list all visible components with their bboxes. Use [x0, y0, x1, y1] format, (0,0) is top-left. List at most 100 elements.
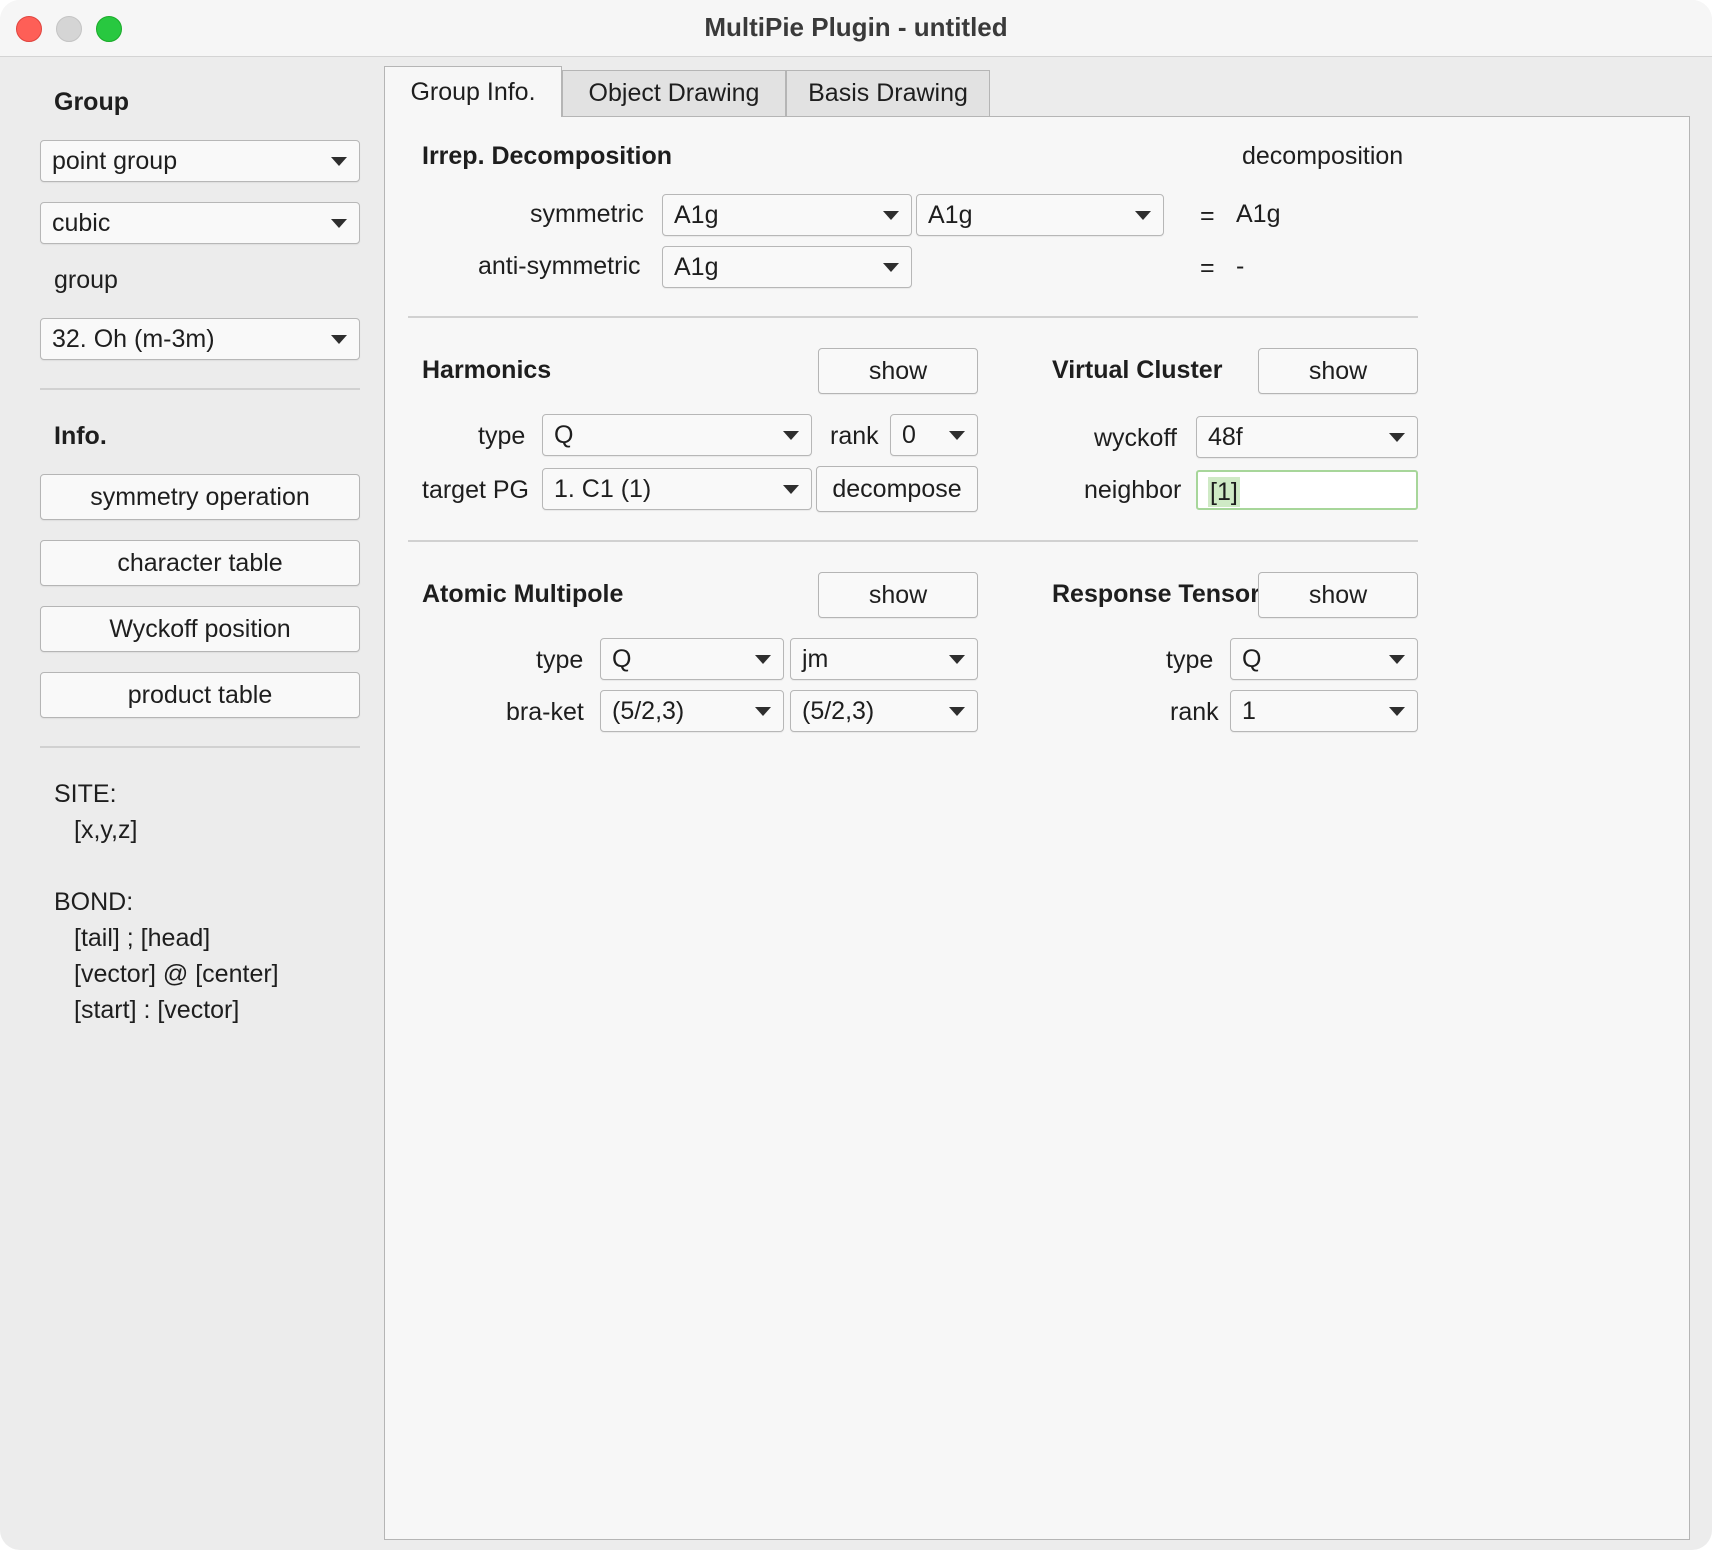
chevron-down-icon — [949, 431, 965, 440]
target-pg-label: target PG — [422, 476, 529, 504]
symmetric-irrep-a-value: A1g — [674, 200, 719, 229]
group-type-value: point group — [52, 146, 178, 175]
chevron-down-icon — [755, 707, 771, 716]
symmetric-irrep-a-select[interactable]: A1g — [662, 194, 912, 236]
harmonics-type-value: Q — [554, 420, 574, 449]
chevron-down-icon — [331, 157, 347, 166]
decomposition-heading: decomposition — [1242, 142, 1404, 170]
chevron-down-icon — [783, 431, 799, 440]
harmonics-type-select[interactable]: Q — [542, 414, 812, 456]
group-heading: Group — [54, 88, 129, 116]
tensor-rank-label: rank — [1170, 698, 1219, 726]
site-format: [x,y,z] — [74, 816, 138, 844]
harmonics-type-label: type — [478, 422, 526, 450]
chevron-down-icon — [949, 707, 965, 716]
virtual-cluster-heading: Virtual Cluster — [1052, 356, 1223, 384]
chevron-down-icon — [331, 335, 347, 344]
chevron-down-icon — [783, 485, 799, 494]
atomic-multipole-show-button[interactable]: show — [818, 572, 978, 618]
character-table-button[interactable]: character table — [40, 540, 360, 586]
bond-label: BOND: — [54, 888, 134, 916]
antisymmetric-label: anti-symmetric — [478, 252, 641, 280]
group-value: 32. Oh (m-3m) — [52, 324, 215, 353]
multipole-basis-value: jm — [802, 644, 829, 673]
wyckoff-position-button[interactable]: Wyckoff position — [40, 606, 360, 652]
tensor-type-value: Q — [1242, 644, 1262, 673]
bond-format: [tail] ; [head] — [74, 924, 211, 952]
virtual-cluster-show-button[interactable]: show — [1258, 348, 1418, 394]
antisymmetric-irrep-value: A1g — [674, 252, 719, 281]
response-tensor-heading: Response Tensor — [1052, 580, 1260, 608]
tensor-rank-value: 1 — [1242, 696, 1256, 725]
response-tensor-show-button[interactable]: show — [1258, 572, 1418, 618]
multipole-basis-select[interactable]: jm — [790, 638, 978, 680]
bra-value: (5/2,3) — [612, 696, 685, 725]
tab-basis-drawing[interactable]: Basis Drawing — [786, 70, 990, 116]
format-help-text: SITE: [x,y,z] BOND: [tail] ; [head] [vec… — [54, 776, 279, 1028]
symmetric-label: symmetric — [530, 200, 644, 228]
symmetric-irrep-b-select[interactable]: A1g — [916, 194, 1164, 236]
harmonics-show-button[interactable]: show — [818, 348, 978, 394]
window-title: MultiPie Plugin - untitled — [704, 12, 1008, 42]
chevron-down-icon — [1389, 707, 1405, 716]
chevron-down-icon — [1389, 433, 1405, 442]
group-info-panel — [384, 116, 1690, 1540]
chevron-down-icon — [755, 655, 771, 664]
neighbor-value: [1] — [1208, 477, 1240, 507]
antisymmetric-irrep-select[interactable]: A1g — [662, 246, 912, 288]
group-type-select[interactable]: point group — [40, 140, 360, 182]
decompose-button[interactable]: decompose — [816, 466, 978, 512]
tensor-type-select[interactable]: Q — [1230, 638, 1418, 680]
multipole-type-select[interactable]: Q — [600, 638, 784, 680]
braket-label: bra-ket — [506, 698, 584, 726]
symmetric-result: A1g — [1236, 200, 1281, 228]
chevron-down-icon — [949, 655, 965, 664]
symmetry-operation-button[interactable]: symmetry operation — [40, 474, 360, 520]
harmonics-rank-label: rank — [830, 422, 879, 450]
multipole-type-value: Q — [612, 644, 632, 673]
target-pg-value: 1. C1 (1) — [554, 474, 652, 503]
target-pg-select[interactable]: 1. C1 (1) — [542, 468, 812, 510]
chevron-down-icon — [883, 211, 899, 220]
group-select[interactable]: 32. Oh (m-3m) — [40, 318, 360, 360]
ket-select[interactable]: (5/2,3) — [790, 690, 978, 732]
chevron-down-icon — [1389, 655, 1405, 664]
tab-group-info[interactable]: Group Info. — [384, 66, 562, 117]
sidebar-divider — [40, 388, 360, 390]
group-label: group — [54, 266, 118, 294]
equals-sign: = — [1200, 202, 1215, 230]
bra-select[interactable]: (5/2,3) — [600, 690, 784, 732]
chevron-down-icon — [1135, 211, 1151, 220]
crystal-system-value: cubic — [52, 208, 111, 237]
irrep-heading: Irrep. Decomposition — [422, 142, 673, 170]
bond-format: [vector] @ [center] — [74, 960, 279, 988]
product-table-button[interactable]: product table — [40, 672, 360, 718]
antisymmetric-result: - — [1236, 252, 1245, 280]
crystal-system-select[interactable]: cubic — [40, 202, 360, 244]
bond-format: [start] : [vector] — [74, 996, 240, 1024]
section-divider — [408, 316, 1418, 318]
atomic-multipole-heading: Atomic Multipole — [422, 580, 624, 608]
harmonics-rank-select[interactable]: 0 — [890, 414, 978, 456]
wyckoff-label: wyckoff — [1094, 424, 1177, 452]
tab-object-drawing[interactable]: Object Drawing — [562, 70, 786, 116]
equals-sign: = — [1200, 254, 1215, 282]
ket-value: (5/2,3) — [802, 696, 875, 725]
neighbor-input[interactable]: [1] — [1196, 470, 1418, 510]
info-heading: Info. — [54, 422, 107, 450]
symmetric-irrep-b-value: A1g — [928, 200, 973, 229]
tensor-type-label: type — [1166, 646, 1214, 674]
harmonics-rank-value: 0 — [902, 420, 916, 449]
wyckoff-select[interactable]: 48f — [1196, 416, 1418, 458]
multipole-type-label: type — [536, 646, 584, 674]
chevron-down-icon — [883, 263, 899, 272]
title-bar: MultiPie Plugin - untitled — [0, 0, 1712, 57]
site-label: SITE: — [54, 780, 117, 808]
harmonics-heading: Harmonics — [422, 356, 552, 384]
tensor-rank-select[interactable]: 1 — [1230, 690, 1418, 732]
chevron-down-icon — [331, 219, 347, 228]
sidebar-divider — [40, 746, 360, 748]
section-divider — [408, 540, 1418, 542]
wyckoff-value: 48f — [1208, 422, 1243, 451]
neighbor-label: neighbor — [1084, 476, 1182, 504]
